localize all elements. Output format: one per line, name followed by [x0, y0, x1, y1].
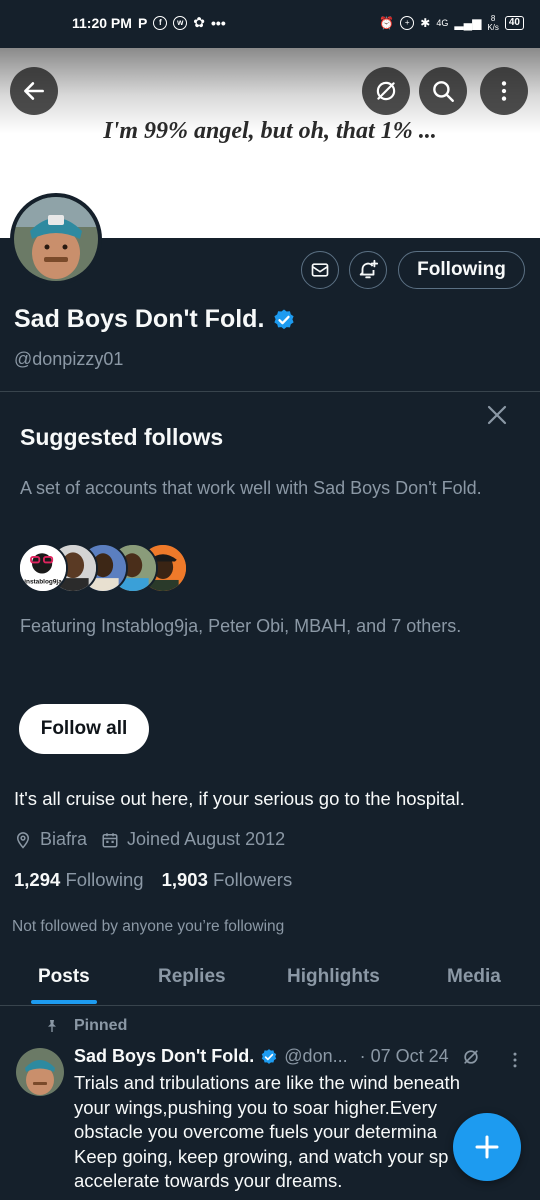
arrow-left-icon	[24, 82, 44, 100]
bluetooth-icon: ✱	[420, 16, 431, 30]
profile-avatar[interactable]	[10, 193, 102, 285]
follow-counts: 1,294 Following 1,903 Followers	[14, 869, 292, 891]
post-text-cont: Keep going, keep growing, and watch your…	[74, 1145, 449, 1167]
post-text-main: Trials and tribulations are like the win…	[74, 1072, 460, 1142]
suggested-title: Suggested follows	[20, 424, 224, 450]
pinned-label: Pinned	[44, 1017, 127, 1035]
avatar-image	[16, 1048, 64, 1096]
location-text: Biafra	[40, 829, 88, 849]
followers-count-link[interactable]: 1,903 Followers	[162, 869, 293, 891]
mail-icon	[311, 263, 329, 277]
avatar-label: instablog9ja	[24, 579, 62, 586]
tab-highlights[interactable]: Highlights	[287, 966, 380, 988]
calendar-icon	[102, 832, 118, 847]
post-avatar[interactable]	[16, 1048, 64, 1096]
profile-meta: Biafra Joined August 2012	[14, 829, 285, 850]
status-left: 11:20 PM P f w ✿ •••	[72, 14, 226, 31]
divider	[0, 1005, 540, 1006]
post-handle: @don...	[284, 1046, 348, 1066]
avatar: instablog9ja	[18, 543, 68, 593]
post-header: Sad Boys Don't Fold. @don... · 07 Oct 24	[74, 1046, 481, 1067]
status-right: ⏰ + ✱ 4G ▂▄▆ 8 K/s 40	[379, 14, 524, 32]
profile-tabs: Posts Replies Highlights Media	[0, 952, 540, 1006]
display-name-text: Sad Boys Don't Fold.	[14, 305, 265, 333]
pin-icon	[48, 1020, 56, 1032]
post-date: · 07 Oct 24	[359, 1046, 449, 1066]
suggested-avatars[interactable]: instablog9ja	[18, 543, 198, 595]
plus-icon	[475, 1135, 499, 1159]
tab-media[interactable]: Media	[447, 966, 501, 988]
display-name: Sad Boys Don't Fold.	[14, 305, 296, 334]
search-button[interactable]	[419, 67, 467, 115]
p-icon: P	[137, 14, 148, 31]
active-tab-indicator	[31, 1000, 97, 1004]
data-saver-icon: +	[400, 16, 415, 30]
whatsapp-icon: w	[173, 15, 188, 30]
featuring-text: Featuring Instablog9ja, Peter Obi, MBAH,…	[20, 616, 462, 636]
followers-count: 1,903	[161, 869, 208, 890]
banner-text: I'm 99% angel, but oh, that 1% ...	[103, 118, 437, 144]
tab-posts[interactable]: Posts	[38, 966, 90, 988]
status-time: 11:20 PM	[72, 14, 132, 31]
followers-label: Followers	[213, 869, 293, 890]
following-count: 1,294	[14, 869, 61, 890]
avatar-image	[14, 197, 98, 281]
joined-text: Joined August 2012	[127, 829, 286, 849]
post-more-icon[interactable]	[505, 1050, 525, 1070]
pinned-text: Pinned	[74, 1017, 128, 1034]
grok-icon	[376, 81, 396, 101]
grok-icon[interactable]	[461, 1047, 481, 1067]
grok-button[interactable]	[362, 67, 410, 115]
follow-all-button[interactable]: Follow all	[19, 704, 149, 754]
following-button[interactable]: Following	[398, 251, 525, 289]
close-icon[interactable]	[485, 403, 509, 427]
verified-badge-icon	[262, 1048, 277, 1064]
post-text-end: accelerate towards your dreams.	[74, 1170, 343, 1191]
app-icon: ✿	[193, 14, 206, 30]
message-button[interactable]	[301, 251, 339, 289]
suggested-follows-card: Suggested follows A set of accounts that…	[0, 392, 540, 772]
following-label: Following	[65, 869, 144, 890]
location-icon	[16, 831, 30, 849]
status-bar: 11:20 PM P f w ✿ ••• ⏰ + ✱ 4G ▂▄▆ 8 K/s …	[0, 0, 540, 48]
speed-indicator: 8 K/s	[487, 14, 499, 32]
speed-unit: K/s	[487, 23, 499, 32]
network-type: 4G	[436, 18, 449, 28]
instablog-logo: instablog9ja	[20, 545, 66, 591]
bell-plus-icon	[359, 259, 379, 279]
handle: @donpizzy01	[14, 349, 124, 369]
signal-icon: ▂▄▆	[454, 16, 482, 30]
post-text: Trials and tribulations are like the win…	[74, 1071, 494, 1194]
speed-value: 8	[490, 14, 496, 23]
profile-bio: It's all cruise out here, if your seriou…	[14, 788, 465, 809]
battery-icon: 40	[504, 16, 524, 30]
more-dots: •••	[211, 14, 226, 31]
following-count-link[interactable]: 1,294 Following	[14, 869, 144, 891]
suggested-description: A set of accounts that work well with Sa…	[20, 478, 482, 498]
search-icon	[433, 81, 454, 102]
more-button[interactable]	[480, 67, 528, 115]
notifications-button[interactable]	[349, 251, 387, 289]
verified-badge-icon	[274, 309, 294, 329]
facebook-icon: f	[153, 15, 168, 30]
compose-button[interactable]	[453, 1113, 521, 1181]
post-author[interactable]: Sad Boys Don't Fold.	[74, 1046, 254, 1067]
more-vertical-icon	[501, 81, 507, 101]
alarm-icon: ⏰	[379, 16, 395, 30]
tab-replies[interactable]: Replies	[158, 966, 226, 988]
back-button[interactable]	[10, 67, 58, 115]
not-followed-note: Not followed by anyone you’re following	[12, 918, 285, 935]
